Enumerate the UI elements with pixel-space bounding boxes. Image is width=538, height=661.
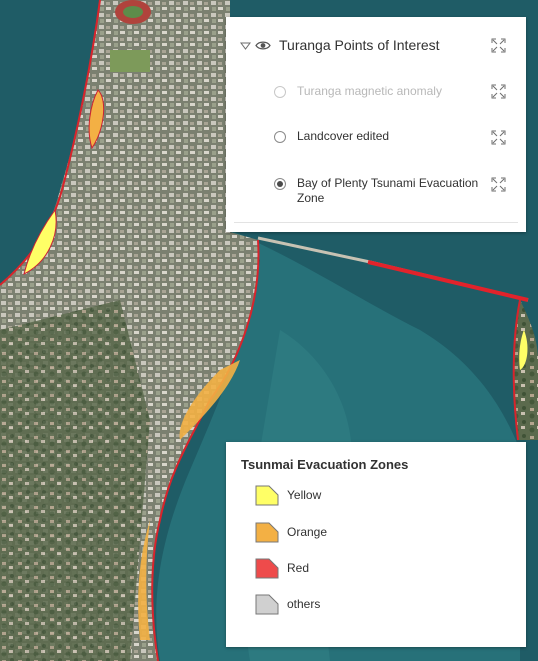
expand-icon[interactable] [491, 84, 506, 99]
caret-down-icon[interactable] [240, 40, 251, 51]
legend-item-orange: Orange [255, 521, 327, 543]
sublayer-label: Turanga magnetic anomaly [297, 84, 442, 98]
radio-button-selected[interactable] [274, 178, 286, 190]
legend-label: others [287, 597, 321, 611]
sublayer-landcover-edited[interactable]: Landcover edited [274, 129, 484, 144]
legend-item-others: others [255, 593, 320, 615]
layer-group-title: Turanga Points of Interest [279, 37, 440, 53]
radio-button[interactable] [274, 86, 286, 98]
expand-icon[interactable] [491, 177, 506, 192]
sublayer-label: Bay of Plenty Tsunami Evacuation Zone [297, 176, 479, 205]
legend-title: Tsunmai Evacuation Zones [241, 457, 409, 472]
expand-icon[interactable] [491, 38, 506, 53]
red-swatch [255, 558, 279, 579]
legend-item-yellow: Yellow [255, 484, 321, 506]
yellow-swatch [255, 485, 279, 506]
legend-label: Red [287, 561, 310, 575]
sublayer-tsunami-evacuation-zone[interactable]: Bay of Plenty Tsunami Evacuation Zone [274, 176, 484, 206]
eye-icon[interactable] [255, 40, 271, 51]
orange-swatch [255, 522, 279, 543]
layer-group-row[interactable]: Turanga Points of Interest [240, 35, 440, 55]
expand-icon[interactable] [491, 130, 506, 145]
legend-panel: Tsunmai Evacuation Zones Yellow Orange R… [226, 442, 526, 647]
sublayer-label: Landcover edited [297, 129, 390, 143]
legend-label: Yellow [287, 488, 322, 502]
legend-label: Orange [287, 525, 328, 539]
legend-item-red: Red [255, 557, 309, 579]
radio-button[interactable] [274, 131, 286, 143]
layer-list-panel: Turanga Points of Interest Turanga magne… [226, 17, 526, 232]
others-swatch [255, 594, 279, 615]
divider [234, 222, 518, 223]
sublayer-turanga-magnetic-anomaly[interactable]: Turanga magnetic anomaly [274, 84, 484, 99]
